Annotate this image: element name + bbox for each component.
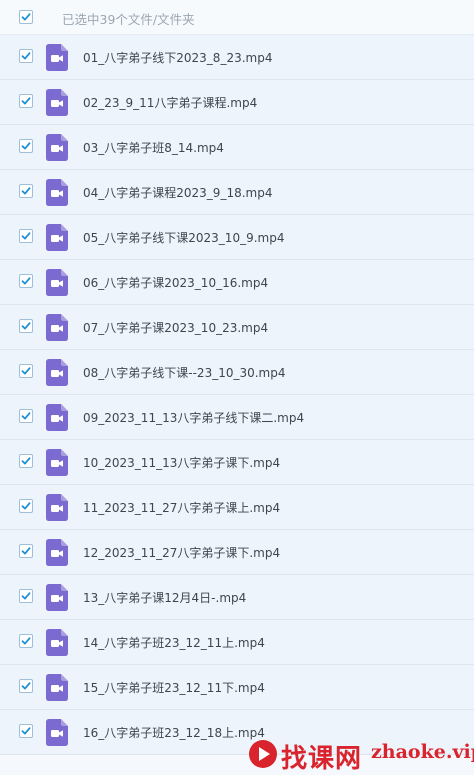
watermark-url: zhaoke.vip (371, 741, 474, 763)
checkmark-icon (21, 277, 31, 285)
file-checkbox[interactable] (19, 589, 33, 603)
watermark-text: 找课网 (281, 744, 363, 774)
file-name[interactable]: 12_2023_11_27八字弟子课下.mp4 (83, 544, 280, 561)
video-file-icon (46, 629, 68, 656)
file-row[interactable]: 04_八字弟子课程2023_9_18.mp4 (0, 170, 474, 215)
video-file-icon (46, 269, 68, 296)
video-file-icon (46, 359, 68, 386)
video-file-icon (46, 89, 68, 116)
file-name[interactable]: 13_八字弟子课12月4日-.mp4 (83, 589, 246, 606)
file-checkbox[interactable] (19, 184, 33, 198)
checkmark-icon (21, 412, 31, 420)
file-checkbox[interactable] (19, 679, 33, 693)
checkmark-icon (21, 457, 31, 465)
file-row[interactable]: 01_八字弟子线下2023_8_23.mp4 (0, 35, 474, 80)
checkmark-icon (21, 637, 31, 645)
file-checkbox[interactable] (19, 139, 33, 153)
video-file-icon (46, 224, 68, 251)
file-name[interactable]: 16_八字弟子班23_12_18上.mp4 (83, 724, 265, 741)
checkmark-icon (21, 547, 31, 555)
file-row[interactable]: 12_2023_11_27八字弟子课下.mp4 (0, 530, 474, 575)
file-list: 01_八字弟子线下2023_8_23.mp4 02_23_9_11八字弟子课程.m… (0, 35, 474, 755)
checkmark-icon (21, 13, 31, 21)
file-row[interactable]: 07_八字弟子课2023_10_23.mp4 (0, 305, 474, 350)
file-checkbox[interactable] (19, 49, 33, 63)
video-file-icon (46, 404, 68, 431)
file-checkbox[interactable] (19, 724, 33, 738)
checkmark-icon (21, 682, 31, 690)
checkmark-icon (21, 727, 31, 735)
checkmark-icon (21, 142, 31, 150)
checkmark-icon (21, 52, 31, 60)
video-file-icon (46, 719, 68, 746)
video-file-icon (46, 584, 68, 611)
video-file-icon (46, 674, 68, 701)
file-row[interactable]: 15_八字弟子班23_12_11下.mp4 (0, 665, 474, 710)
checkmark-icon (21, 232, 31, 240)
watermark-play-icon (249, 740, 277, 768)
video-file-icon (46, 314, 68, 341)
file-checkbox[interactable] (19, 319, 33, 333)
file-row[interactable]: 02_23_9_11八字弟子课程.mp4 (0, 80, 474, 125)
file-checkbox[interactable] (19, 409, 33, 423)
video-file-icon (46, 134, 68, 161)
file-row[interactable]: 14_八字弟子班23_12_11上.mp4 (0, 620, 474, 665)
selection-header: 已选中39个文件/文件夹 (0, 0, 474, 35)
file-checkbox[interactable] (19, 454, 33, 468)
video-file-icon (46, 44, 68, 71)
file-row[interactable]: 06_八字弟子课2023_10_16.mp4 (0, 260, 474, 305)
file-name[interactable]: 05_八字弟子线下课2023_10_9.mp4 (83, 229, 284, 246)
select-all-checkbox[interactable] (19, 10, 33, 24)
checkmark-icon (21, 367, 31, 375)
file-checkbox[interactable] (19, 499, 33, 513)
file-name[interactable]: 01_八字弟子线下2023_8_23.mp4 (83, 49, 272, 66)
file-name[interactable]: 14_八字弟子班23_12_11上.mp4 (83, 634, 265, 651)
file-row[interactable]: 09_2023_11_13八字弟子线下课二.mp4 (0, 395, 474, 440)
video-file-icon (46, 179, 68, 206)
file-name[interactable]: 04_八字弟子课程2023_9_18.mp4 (83, 184, 272, 201)
file-checkbox[interactable] (19, 94, 33, 108)
file-name[interactable]: 15_八字弟子班23_12_11下.mp4 (83, 679, 265, 696)
file-row[interactable]: 10_2023_11_13八字弟子课下.mp4 (0, 440, 474, 485)
file-name[interactable]: 06_八字弟子课2023_10_16.mp4 (83, 274, 268, 291)
file-row[interactable]: 11_2023_11_27八字弟子课上.mp4 (0, 485, 474, 530)
file-name[interactable]: 11_2023_11_27八字弟子课上.mp4 (83, 499, 280, 516)
file-name[interactable]: 02_23_9_11八字弟子课程.mp4 (83, 94, 257, 111)
file-row[interactable]: 03_八字弟子班8_14.mp4 (0, 125, 474, 170)
file-checkbox[interactable] (19, 229, 33, 243)
checkmark-icon (21, 187, 31, 195)
file-checkbox[interactable] (19, 364, 33, 378)
file-name[interactable]: 07_八字弟子课2023_10_23.mp4 (83, 319, 268, 336)
file-checkbox[interactable] (19, 634, 33, 648)
file-checkbox[interactable] (19, 274, 33, 288)
file-name[interactable]: 10_2023_11_13八字弟子课下.mp4 (83, 454, 280, 471)
file-row[interactable]: 13_八字弟子课12月4日-.mp4 (0, 575, 474, 620)
video-file-icon (46, 449, 68, 476)
video-file-icon (46, 539, 68, 566)
checkmark-icon (21, 502, 31, 510)
file-name[interactable]: 08_八字弟子线下课--23_10_30.mp4 (83, 364, 286, 381)
selection-count-label: 已选中39个文件/文件夹 (62, 12, 195, 27)
checkmark-icon (21, 322, 31, 330)
file-row[interactable]: 05_八字弟子线下课2023_10_9.mp4 (0, 215, 474, 260)
file-row[interactable]: 08_八字弟子线下课--23_10_30.mp4 (0, 350, 474, 395)
file-name[interactable]: 09_2023_11_13八字弟子线下课二.mp4 (83, 409, 304, 426)
checkmark-icon (21, 97, 31, 105)
file-name[interactable]: 03_八字弟子班8_14.mp4 (83, 139, 224, 156)
checkmark-icon (21, 592, 31, 600)
file-checkbox[interactable] (19, 544, 33, 558)
video-file-icon (46, 494, 68, 521)
